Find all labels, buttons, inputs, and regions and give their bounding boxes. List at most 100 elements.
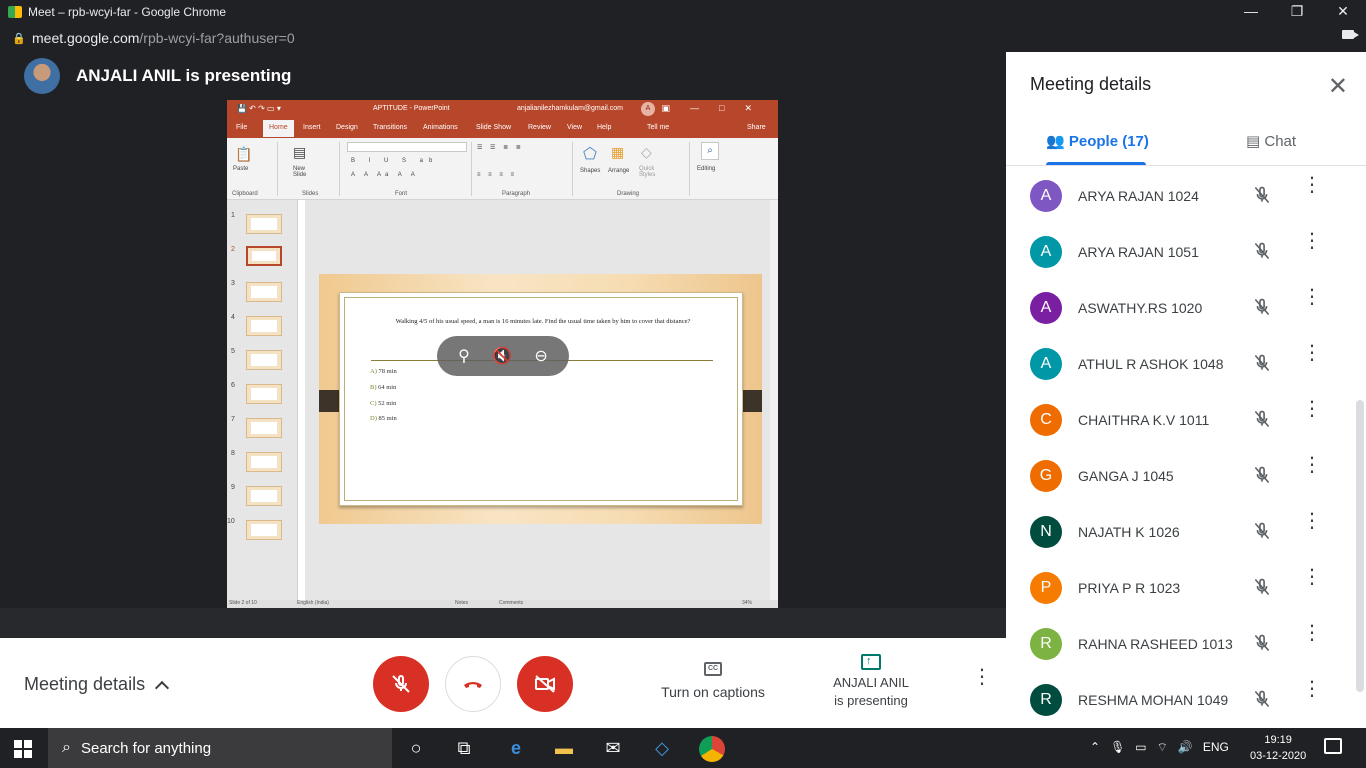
participant-row[interactable]: N NAJATH K 1026 ⋮ (1006, 504, 1356, 560)
participant-more-button[interactable]: ⋮ (1302, 567, 1322, 587)
participant-more-button[interactable]: ⋮ (1302, 175, 1322, 195)
leave-call-button[interactable] (445, 656, 501, 712)
present-screen-icon (861, 652, 881, 670)
ppt-tab-view: View (567, 124, 583, 131)
presenter-avatar (24, 58, 60, 94)
participant-avatar: A (1030, 348, 1062, 380)
participant-name: GANGA J 1045 (1078, 468, 1174, 484)
tray-mic-icon[interactable]: 🎙 (1110, 740, 1125, 755)
muted-mic-icon[interactable] (1252, 520, 1272, 542)
ppt-ribbon: 📋 Paste ▤ New Slide B I U S ab A A Aa A … (227, 138, 778, 200)
ppt-statusbar: Slide 2 of 10 English (India) Notes Comm… (227, 600, 778, 608)
camera-toggle-button[interactable] (517, 656, 573, 712)
muted-mic-icon[interactable] (1252, 632, 1272, 654)
participant-name: NAJATH K 1026 (1078, 524, 1180, 540)
captions-button[interactable]: CC Turn on captions (654, 662, 772, 700)
tray-battery-icon[interactable]: ▭ (1135, 740, 1146, 755)
edge-icon[interactable]: e (504, 736, 528, 760)
lock-icon[interactable]: 🔒 (12, 32, 26, 45)
option-d: D) 85 min (370, 415, 397, 422)
close-panel-button[interactable]: ✕ (1328, 72, 1348, 101)
participant-more-button[interactable]: ⋮ (1302, 231, 1322, 251)
windows-start-icon[interactable] (14, 740, 32, 758)
muted-mic-icon[interactable] (1252, 240, 1272, 262)
participant-row[interactable]: P PRIYA P R 1023 ⋮ (1006, 560, 1356, 616)
participant-avatar: R (1030, 684, 1062, 716)
more-options-button[interactable]: ⋮ (972, 667, 992, 687)
muted-mic-icon[interactable] (1252, 464, 1272, 486)
close-window-button[interactable]: ✕ (1320, 0, 1366, 24)
meet-stage: ANJALI ANIL is presenting 💾 ↶ ↷ ▭ ▾ APTI… (0, 52, 1006, 638)
participant-row[interactable]: C CHAITHRA K.V 1011 ⋮ (1006, 392, 1356, 448)
chrome-icon[interactable] (699, 736, 725, 762)
remove-icon[interactable]: ⊖ (534, 346, 547, 366)
group-font: Font (395, 191, 408, 197)
restore-button[interactable]: ❐ (1274, 0, 1320, 24)
muted-mic-icon[interactable] (1252, 408, 1272, 430)
ppt-account-avatar: A (641, 102, 655, 116)
tab-people[interactable]: 👥 People (17) (1046, 132, 1149, 150)
slide-thumbnails: 1 2 3 4 5 6 7 8 9 10 (227, 200, 297, 600)
muted-mic-icon[interactable] (1252, 352, 1272, 374)
panel-scrollbar[interactable] (1356, 400, 1364, 692)
vscode-icon[interactable]: ◇ (650, 736, 674, 760)
hang-up-icon (464, 682, 482, 688)
taskbar-clock[interactable]: 19:19 03-12-2020 (1250, 732, 1306, 764)
participant-row[interactable]: R RESHMA MOHAN 1049 ⋮ (1006, 672, 1356, 728)
tray-network-icon[interactable]: ⌔ (1157, 740, 1168, 755)
mic-toggle-button[interactable] (373, 656, 429, 712)
minimize-button[interactable]: — (1228, 0, 1274, 24)
meeting-details-button[interactable]: Meeting details (24, 674, 170, 696)
participant-more-button[interactable]: ⋮ (1302, 287, 1322, 307)
ribbon-paste: Paste (233, 166, 249, 172)
pin-icon[interactable]: ⚲ (458, 346, 470, 366)
mute-disabled-icon[interactable]: 🔇 (492, 346, 512, 366)
meet-favicon-icon (8, 6, 22, 18)
quick-access-icons: 💾 ↶ ↷ ▭ ▾ (237, 104, 281, 113)
participant-row[interactable]: A ARYA RAJAN 1051 ⋮ (1006, 224, 1356, 280)
presenter-tile-overlay[interactable]: ⚲ 🔇 ⊖ (437, 336, 569, 376)
muted-mic-icon[interactable] (1252, 576, 1272, 598)
cortana-icon[interactable]: ○ (404, 736, 428, 760)
mail-icon[interactable]: ✉ (601, 736, 625, 760)
presenter-header: ANJALI ANIL is presenting (24, 58, 291, 94)
mic-off-icon (392, 674, 410, 693)
muted-mic-icon[interactable] (1252, 184, 1272, 206)
tray-language[interactable]: ENG (1203, 740, 1229, 755)
task-view-icon[interactable]: ⧉ (452, 736, 476, 760)
participant-more-button[interactable]: ⋮ (1302, 399, 1322, 419)
participant-avatar: A (1030, 236, 1062, 268)
action-center-icon[interactable] (1324, 738, 1342, 754)
participant-row[interactable]: G GANGA J 1045 ⋮ (1006, 448, 1356, 504)
meeting-details-panel: Meeting details ✕ 👥 People (17) ▤ Chat A… (1006, 52, 1366, 728)
participant-more-button[interactable]: ⋮ (1302, 455, 1322, 475)
participant-avatar: A (1030, 180, 1062, 212)
participant-row[interactable]: R RAHNA RASHEED 1013 ⋮ (1006, 616, 1356, 672)
tray-chevron-icon[interactable]: ⌃ (1090, 740, 1100, 755)
participant-more-button[interactable]: ⋮ (1302, 343, 1322, 363)
participant-row[interactable]: A ARYA RAJAN 1024 ⋮ (1006, 168, 1356, 224)
thumb-number: 6 (231, 382, 235, 389)
participant-more-button[interactable]: ⋮ (1302, 623, 1322, 643)
taskbar-search[interactable]: ⌕ Search for anything (48, 728, 392, 768)
paste-icon: 📋 (235, 146, 253, 162)
muted-mic-icon[interactable] (1252, 688, 1272, 710)
muted-mic-icon[interactable] (1252, 296, 1272, 318)
call-controls-bar: Meeting details CC Turn on captions ANJA… (0, 638, 1006, 728)
tray-volume-icon[interactable]: 🔊 (1178, 740, 1193, 755)
camera-icon[interactable] (1342, 30, 1359, 39)
ribbon-shapes: Shapes (580, 168, 601, 174)
participant-row[interactable]: A ATHUL R ASHOK 1048 ⋮ (1006, 336, 1356, 392)
file-explorer-icon[interactable]: ▬ (552, 736, 576, 760)
participant-more-button[interactable]: ⋮ (1302, 679, 1322, 699)
status-slide: Slide 2 of 10 (229, 600, 257, 606)
participant-more-button[interactable]: ⋮ (1302, 511, 1322, 531)
slide-thumbnail (246, 282, 282, 302)
thumb-number: 1 (231, 212, 235, 219)
address-bar[interactable]: 🔒 meet.google.com /rpb-wcyi-far?authuser… (0, 24, 1366, 52)
presenting-button[interactable]: ANJALI ANIL is presenting (820, 652, 922, 710)
tab-chat[interactable]: ▤ Chat (1246, 132, 1296, 150)
ppt-tab-slideshow: Slide Show (476, 124, 512, 131)
panel-title: Meeting details (1030, 74, 1152, 94)
participant-row[interactable]: A ASWATHY.RS 1020 ⋮ (1006, 280, 1356, 336)
